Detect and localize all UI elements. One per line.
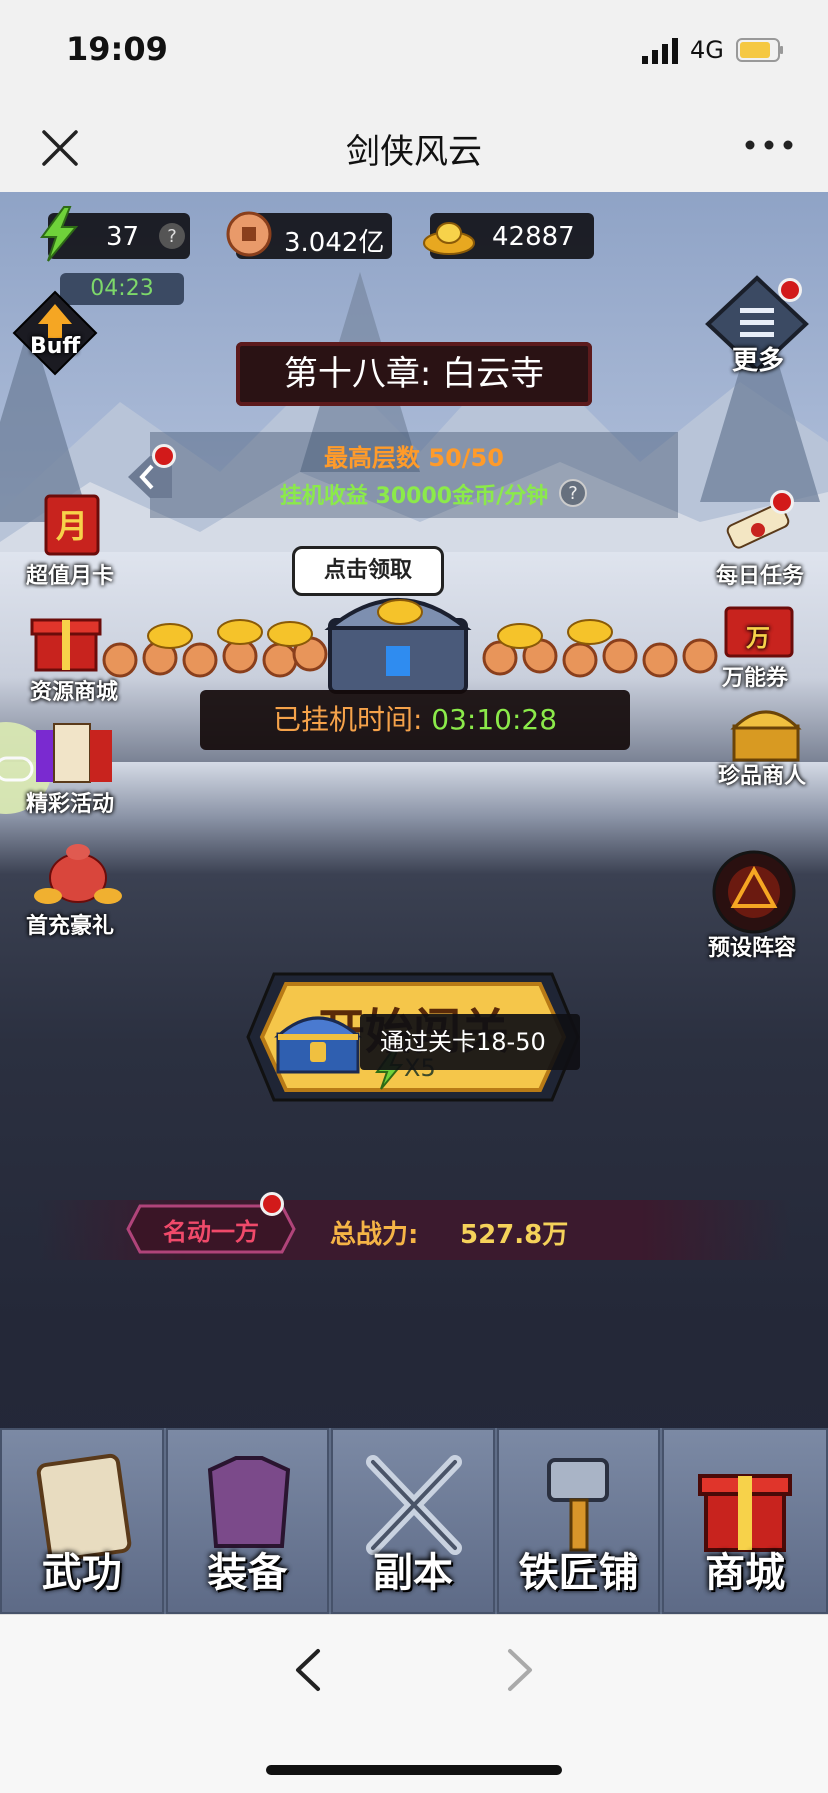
max-floor: 最高层数 50/50 bbox=[324, 444, 504, 472]
idle-time-label: 已挂机时间: bbox=[272, 703, 423, 736]
tab-shop[interactable]: 商城 bbox=[662, 1428, 828, 1614]
battery-icon bbox=[736, 38, 783, 62]
monthly-card-button[interactable]: 月 超值月卡 bbox=[8, 492, 138, 592]
treasure-chest-icon bbox=[730, 710, 802, 762]
treasure-pile[interactable] bbox=[100, 592, 740, 702]
daily-tasks-button[interactable]: 每日任务 bbox=[698, 490, 828, 590]
idle-time-bar: 已挂机时间: 03:10:28 bbox=[200, 690, 630, 750]
tab-label: 武功 bbox=[41, 1550, 122, 1596]
gold-counter: 42887 bbox=[423, 213, 594, 259]
lineup-emblem-icon bbox=[712, 850, 796, 934]
combat-power-value: 527.8万 bbox=[460, 1220, 569, 1250]
tab-label: 装备 bbox=[207, 1550, 288, 1596]
chevron-left-icon[interactable] bbox=[290, 1645, 326, 1695]
help-icon[interactable]: ? bbox=[158, 222, 186, 250]
status-time: 19:09 bbox=[66, 30, 168, 68]
gift-box-icon bbox=[30, 618, 102, 672]
chevron-right-icon[interactable] bbox=[502, 1645, 538, 1695]
buff-icon bbox=[12, 290, 98, 376]
first-recharge-button[interactable]: 首充豪礼 bbox=[20, 840, 150, 940]
tab-equipment[interactable]: 装备 bbox=[165, 1428, 330, 1614]
tab-label: 副本 bbox=[372, 1550, 453, 1596]
tab-label: 商城 bbox=[705, 1550, 786, 1596]
idle-time-value: 03:10:28 bbox=[431, 703, 558, 736]
previous-chapter-button[interactable] bbox=[122, 444, 178, 502]
bottom-tab-bar: 武功 装备 副本 铁匠铺 商城 bbox=[0, 1428, 828, 1614]
first-recharge-label: 首充豪礼 bbox=[26, 914, 115, 939]
treasure-merchant-button[interactable]: 珍品商人 bbox=[700, 702, 828, 802]
svg-text:?: ? bbox=[167, 226, 177, 247]
tab-blacksmith[interactable]: 铁匠铺 bbox=[496, 1428, 661, 1614]
buff-button[interactable]: Buff bbox=[12, 290, 98, 376]
voucher-icon-char: 万 bbox=[746, 624, 770, 652]
nav-bar: 剑侠风云 bbox=[0, 100, 828, 193]
svg-text:?: ? bbox=[568, 483, 578, 504]
idle-income: 挂机收益 30000金币/分钟 bbox=[279, 484, 549, 509]
energy-value: 37 bbox=[106, 222, 140, 252]
page-title: 剑侠风云 bbox=[346, 132, 482, 172]
treasure-merchant-label: 珍品商人 bbox=[718, 764, 807, 789]
monthly-card-icon: 月 bbox=[44, 494, 100, 556]
pass-stage-text: 通过关卡18-50 bbox=[380, 1028, 546, 1056]
honor-title: 名动一方 bbox=[163, 1218, 259, 1246]
buff-label: Buff bbox=[30, 334, 81, 359]
tab-dungeon[interactable]: 副本 bbox=[331, 1428, 495, 1614]
more-menu-label: 更多 bbox=[732, 346, 785, 376]
signal-icon bbox=[642, 38, 678, 64]
gold-value: 42887 bbox=[492, 222, 575, 252]
money-bag-icon bbox=[34, 844, 122, 904]
claim-bubble[interactable]: 点击领取 bbox=[292, 546, 444, 596]
preset-lineup-label: 预设阵容 bbox=[708, 936, 797, 961]
events-label: 精彩活动 bbox=[26, 792, 115, 817]
reward-chest-icon[interactable] bbox=[272, 1006, 364, 1076]
tab-label: 铁匠铺 bbox=[518, 1550, 639, 1596]
home-indicator[interactable] bbox=[266, 1765, 562, 1775]
status-bar: 19:09 4G bbox=[0, 0, 828, 100]
more-options-icon[interactable] bbox=[744, 130, 794, 160]
notification-dot bbox=[260, 1192, 284, 1216]
copper-counter: 3.042亿 bbox=[226, 211, 392, 259]
tab-martial-arts[interactable]: 武功 bbox=[0, 1428, 164, 1614]
more-menu-button[interactable]: 更多 bbox=[702, 274, 818, 384]
notification-dot bbox=[778, 278, 802, 302]
combat-power-label: 总战力: bbox=[330, 1220, 419, 1250]
pass-stage-reward[interactable]: 通过关卡18-50 bbox=[360, 1014, 580, 1070]
gold-ingot-icon bbox=[423, 222, 475, 255]
copper-coin-icon bbox=[226, 211, 272, 257]
lightning-icon bbox=[40, 206, 79, 262]
svg-text:月: 月 bbox=[56, 507, 88, 545]
events-button[interactable]: 精彩活动 bbox=[20, 720, 150, 820]
game-view: 37 ? 04:23 3.042亿 42887 Buff 月 超值月卡 资源商城… bbox=[0, 192, 828, 1614]
monthly-card-label: 超值月卡 bbox=[26, 564, 115, 589]
copper-value: 3.042亿 bbox=[284, 228, 385, 258]
browser-bottom-bar bbox=[0, 1614, 828, 1793]
energy-counter: 37 ? bbox=[40, 206, 190, 262]
chapter-title: 第十八章: 白云寺 bbox=[236, 342, 592, 406]
stage-info-panel: 最高层数 50/50 挂机收益 30000金币/分钟 ? bbox=[150, 432, 678, 518]
book-icon bbox=[36, 723, 112, 783]
network-type: 4G bbox=[690, 36, 724, 64]
preset-lineup-button[interactable]: 预设阵容 bbox=[700, 850, 828, 970]
daily-tasks-label: 每日任务 bbox=[716, 564, 805, 589]
notification-dot bbox=[770, 490, 794, 514]
help-icon[interactable]: ? bbox=[558, 478, 588, 508]
notification-dot bbox=[152, 444, 176, 468]
